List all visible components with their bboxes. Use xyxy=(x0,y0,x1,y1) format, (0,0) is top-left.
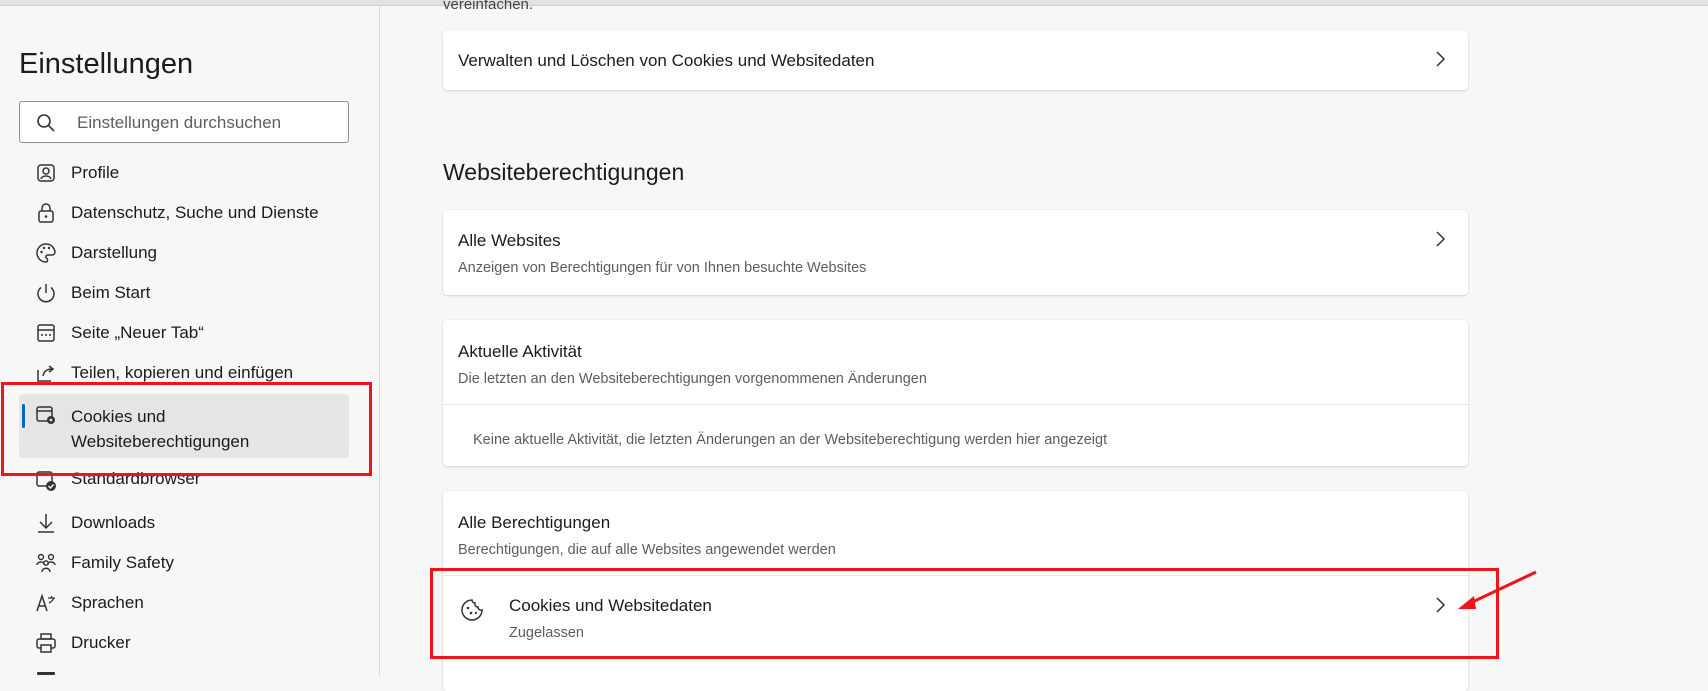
power-icon xyxy=(37,284,55,303)
all-websites-card[interactable]: Alle Websites Anzeigen von Berechtigunge… xyxy=(443,210,1468,295)
share-icon xyxy=(37,365,55,382)
all-websites-title: Alle Websites xyxy=(458,231,561,250)
new-tab-icon xyxy=(37,324,55,342)
cutoff-text: vereinfachen. xyxy=(443,0,534,13)
language-icon xyxy=(36,593,55,612)
annotation-box-sidebar xyxy=(1,382,372,476)
sidebar-item-label: Downloads xyxy=(71,513,156,532)
recent-activity-title: Aktuelle Aktivität xyxy=(458,342,582,361)
all-permissions-subtitle: Berechtigungen, die auf alle Websites an… xyxy=(458,542,836,558)
sidebar-item-label: Profile xyxy=(71,163,120,182)
sidebar-item-family-safety[interactable]: Family Safety xyxy=(19,544,349,584)
manage-cookies-title: Verwalten und Löschen von Cookies und We… xyxy=(458,51,875,70)
sidebar-item-privacy[interactable]: Datenschutz, Suche und Dienste xyxy=(19,194,349,234)
sidebar-item-new-tab[interactable]: Seite „Neuer Tab“ xyxy=(19,314,349,354)
sidebar-item-label: Drucker xyxy=(71,633,131,652)
search-input[interactable]: Einstellungen durchsuchen xyxy=(19,101,349,143)
palette-icon xyxy=(36,243,56,263)
sidebar-item-label: Teilen, kopieren und einfügen xyxy=(71,363,294,382)
chevron-right-icon xyxy=(1436,51,1446,67)
next-item-icon-fragment xyxy=(37,672,55,675)
recent-activity-empty: Keine aktuelle Aktivität, die letzten Än… xyxy=(473,432,1108,448)
sidebar-title: Einstellungen xyxy=(19,48,194,80)
sidebar-item-label: Datenschutz, Suche und Dienste xyxy=(71,203,319,222)
sidebar-item-label: Family Safety xyxy=(71,553,174,572)
section-title: Websiteberechtigungen xyxy=(443,159,685,185)
search-placeholder: Einstellungen durchsuchen xyxy=(77,113,282,132)
lock-icon xyxy=(38,203,54,223)
sidebar-item-label: Beim Start xyxy=(71,283,151,302)
sidebar-item-languages[interactable]: Sprachen xyxy=(19,584,349,624)
annotation-box-cookies-row xyxy=(430,568,1499,659)
recent-activity-subtitle: Die letzten an den Websiteberechtigungen… xyxy=(458,371,927,387)
printer-icon xyxy=(36,633,56,653)
all-websites-subtitle: Anzeigen von Berechtigungen für von Ihne… xyxy=(458,260,867,276)
sidebar-item-label: Seite „Neuer Tab“ xyxy=(71,323,204,342)
settings-sidebar: Einstellungen Einstellungen durchsuchen … xyxy=(0,6,380,676)
manage-cookies-card[interactable]: Verwalten und Löschen von Cookies und We… xyxy=(443,30,1468,90)
search-icon xyxy=(37,114,55,132)
recent-activity-card: Aktuelle Aktivität Die letzten an den We… xyxy=(443,320,1468,466)
sidebar-item-appearance[interactable]: Darstellung xyxy=(19,234,349,274)
chevron-right-icon xyxy=(1436,231,1446,247)
sidebar-item-profile[interactable]: Profile xyxy=(19,154,349,194)
sidebar-item-printers[interactable]: Drucker xyxy=(19,624,349,664)
all-permissions-title: Alle Berechtigungen xyxy=(458,513,611,532)
annotation-arrow xyxy=(1458,570,1537,609)
sidebar-item-label: Darstellung xyxy=(71,243,157,262)
family-icon xyxy=(36,553,56,573)
sidebar-item-downloads[interactable]: Downloads xyxy=(19,504,349,544)
sidebar-item-label: Sprachen xyxy=(71,593,144,612)
sidebar-item-startup[interactable]: Beim Start xyxy=(19,274,349,314)
divider xyxy=(443,404,1468,405)
profile-icon xyxy=(37,164,55,182)
download-icon xyxy=(38,514,54,533)
